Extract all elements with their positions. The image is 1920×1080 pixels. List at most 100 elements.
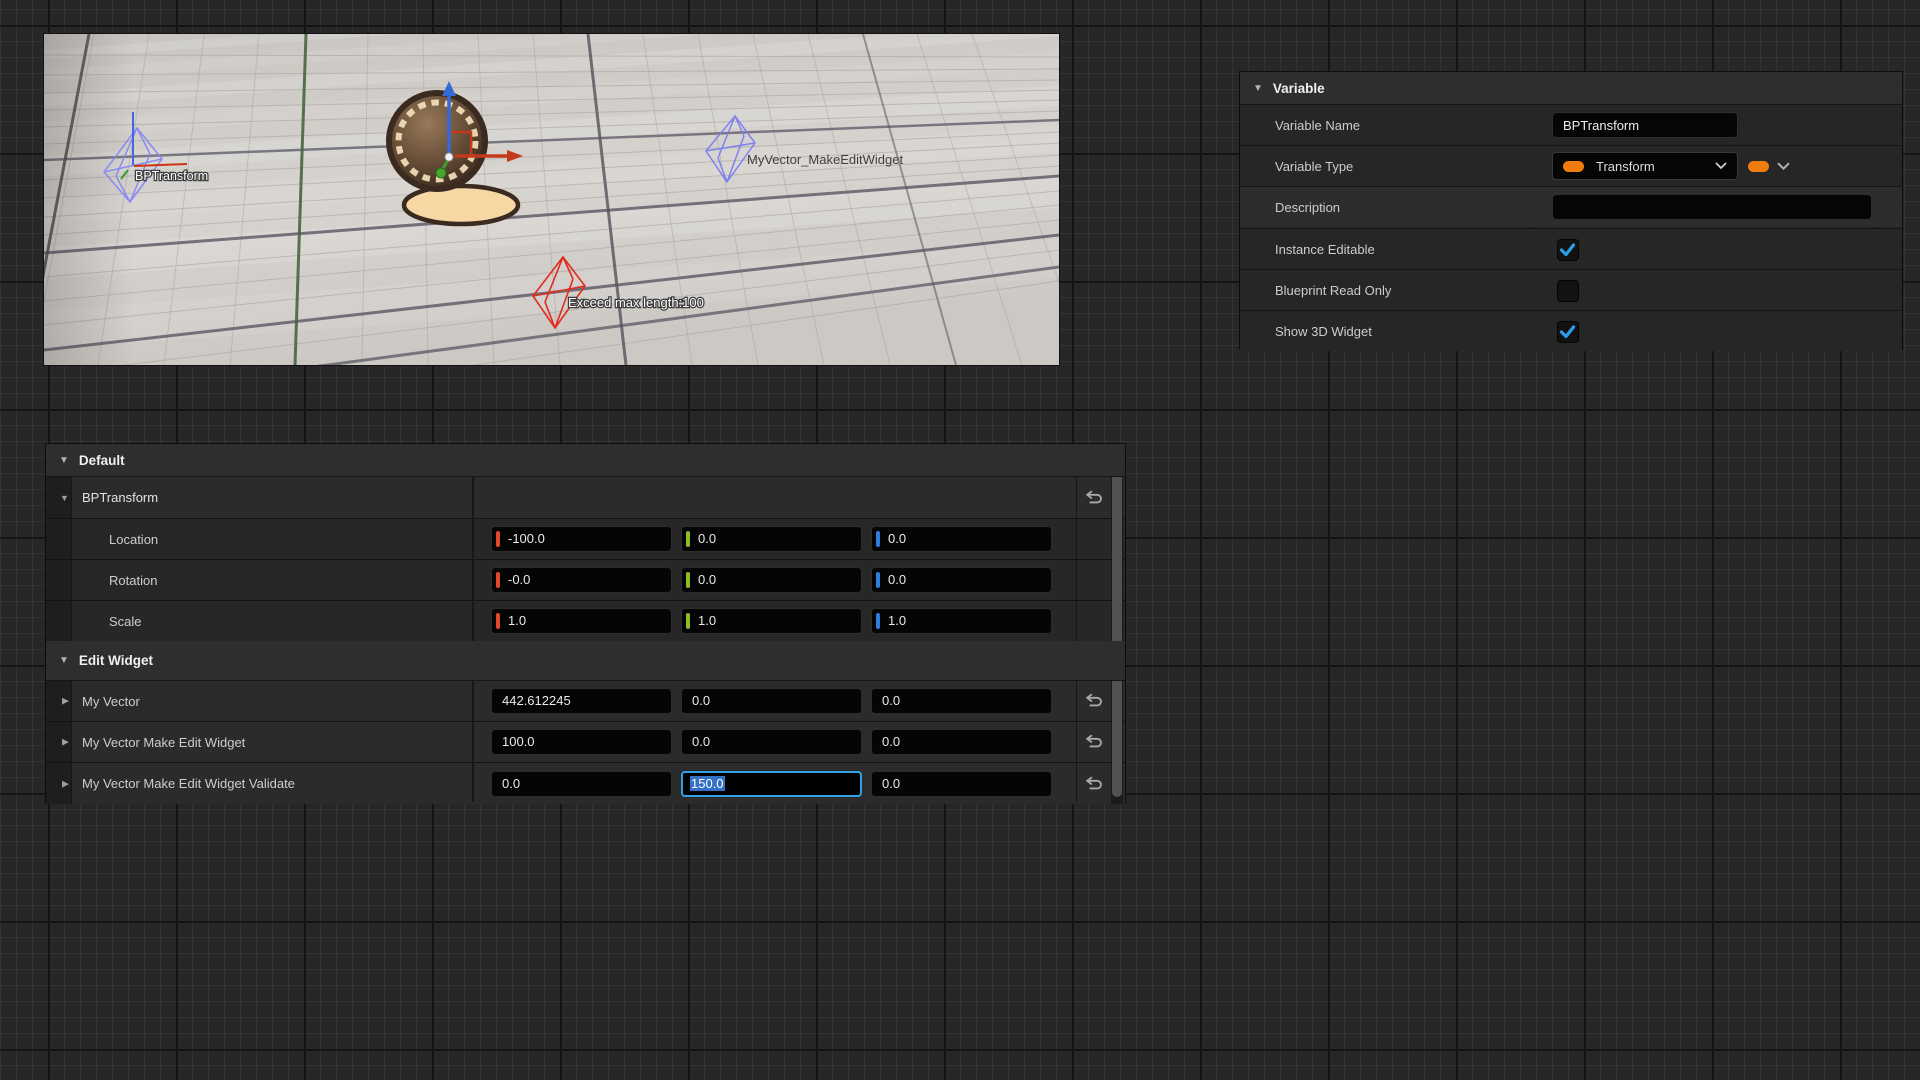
my-vector-validate-y-field-focused[interactable]: 150.0: [681, 771, 862, 797]
label-exceed-max-length: Exceed max length:100: [568, 295, 704, 310]
reset-arrow-icon: [1085, 776, 1103, 792]
row-blueprint-read-only: Blueprint Read Only: [1240, 269, 1902, 310]
collapse-triangle-icon: ▼: [1253, 83, 1263, 94]
gizmo-origin: [445, 153, 453, 161]
chevron-down-icon: [1715, 162, 1727, 170]
variable-name-label: Variable Name: [1275, 105, 1360, 145]
instance-editable-label: Instance Editable: [1275, 229, 1375, 269]
row-location: Location -100.0 0.0 0.0: [46, 518, 1125, 559]
container-type-pill-icon[interactable]: [1748, 161, 1769, 172]
my-vector-make-edit-widget-y-field[interactable]: 0.0: [681, 729, 862, 755]
variable-type-label: Variable Type: [1275, 146, 1353, 186]
y-axis-color-bar: [686, 613, 690, 629]
my-vector-z-field[interactable]: 0.0: [871, 688, 1052, 714]
z-axis-color-bar: [876, 572, 880, 588]
label-bptransform: BPTransform: [135, 169, 208, 183]
details-scrollbar-thumb[interactable]: [1112, 448, 1122, 797]
viewport-3d-preview[interactable]: BPTransform MyVector_MakeEditWidget Exce…: [44, 34, 1059, 365]
edit-widget-category-header[interactable]: ▼ Edit Widget: [46, 641, 1125, 681]
transform-type-pill-icon: [1563, 161, 1584, 172]
location-z-field[interactable]: 0.0: [871, 526, 1052, 552]
reset-column-divider: [1076, 476, 1077, 802]
row-instance-editable: Instance Editable: [1240, 228, 1902, 269]
blueprint-read-only-checkbox[interactable]: [1557, 280, 1579, 302]
collapse-triangle-icon: ▼: [59, 655, 69, 666]
show-3d-widget-checkbox[interactable]: [1557, 321, 1579, 343]
reset-to-default-button[interactable]: [1085, 490, 1103, 506]
row-show-3d-widget: Show 3D Widget: [1240, 310, 1902, 351]
location-label: Location: [109, 519, 158, 559]
variable-type-dropdown[interactable]: Transform: [1552, 152, 1738, 180]
y-axis-color-bar: [686, 531, 690, 547]
blueprint-editor-background[interactable]: BPTransform MyVector_MakeEditWidget Exce…: [0, 0, 1920, 1080]
defaults-details-panel: ▼ Default ▼ BPTransform Location -100.0 …: [45, 443, 1126, 803]
show-3d-widget-label: Show 3D Widget: [1275, 311, 1372, 351]
checkmark-icon: [1558, 322, 1578, 342]
my-vector-validate-x-field[interactable]: 0.0: [491, 771, 672, 797]
reset-to-default-button[interactable]: [1085, 776, 1103, 792]
my-vector-validate-z-field[interactable]: 0.0: [871, 771, 1052, 797]
my-vector-label: My Vector: [82, 681, 140, 721]
row-gutter: [46, 601, 72, 641]
scale-x-field[interactable]: 1.0: [491, 608, 672, 634]
description-input[interactable]: [1552, 194, 1872, 220]
collapse-triangle-icon: ▼: [59, 455, 69, 466]
my-vector-x-field[interactable]: 442.612245: [491, 688, 672, 714]
scale-y-field[interactable]: 1.0: [681, 608, 862, 634]
z-axis-color-bar: [876, 531, 880, 547]
details-column-divider[interactable]: [472, 476, 474, 802]
default-category-title: Default: [79, 453, 125, 468]
selected-text: 150.0: [690, 776, 725, 791]
row-description: Description: [1240, 186, 1902, 227]
blueprint-read-only-label: Blueprint Read Only: [1275, 270, 1391, 310]
reset-arrow-icon: [1085, 734, 1103, 750]
my-vector-make-edit-widget-validate-label: My Vector Make Edit Widget Validate: [82, 763, 295, 804]
variable-type-value: Transform: [1596, 159, 1715, 174]
instance-editable-checkbox[interactable]: [1557, 239, 1579, 261]
row-my-vector-make-edit-widget-validate[interactable]: ▶ My Vector Make Edit Widget Validate 0.…: [46, 762, 1125, 804]
bptransform-row-label: BPTransform: [82, 477, 158, 518]
viewport-vignette: [44, 34, 134, 365]
row-bptransform[interactable]: ▼ BPTransform: [46, 476, 1125, 518]
row-variable-name: Variable Name BPTransform: [1240, 104, 1902, 145]
variable-section-header[interactable]: ▼ Variable: [1240, 72, 1902, 105]
label-myvector-makeeditwidget: MyVector_MakeEditWidget: [747, 152, 903, 167]
variable-section-title: Variable: [1273, 81, 1325, 96]
reset-to-default-button[interactable]: [1085, 693, 1103, 709]
scale-z-field[interactable]: 1.0: [871, 608, 1052, 634]
row-my-vector[interactable]: ▶ My Vector 442.612245 0.0 0.0: [46, 680, 1125, 721]
my-vector-make-edit-widget-label: My Vector Make Edit Widget: [82, 722, 245, 762]
expand-triangle-icon[interactable]: ▶: [62, 737, 69, 748]
rotation-label: Rotation: [109, 560, 157, 600]
my-vector-make-edit-widget-x-field[interactable]: 100.0: [491, 729, 672, 755]
expand-triangle-icon[interactable]: ▶: [62, 778, 69, 789]
location-x-field[interactable]: -100.0: [491, 526, 672, 552]
x-axis-color-bar: [496, 572, 500, 588]
details-scrollbar-track[interactable]: [1111, 444, 1123, 804]
my-vector-y-field[interactable]: 0.0: [681, 688, 862, 714]
row-scale: Scale 1.0 1.0 1.0: [46, 600, 1125, 641]
row-gutter: [46, 519, 72, 559]
z-axis-color-bar: [876, 613, 880, 629]
container-type-chevron-icon[interactable]: [1777, 162, 1790, 171]
my-vector-make-edit-widget-z-field[interactable]: 0.0: [871, 729, 1052, 755]
location-y-field[interactable]: 0.0: [681, 526, 862, 552]
default-category-header[interactable]: ▼ Default: [46, 444, 1125, 477]
row-variable-type: Variable Type Transform: [1240, 145, 1902, 186]
row-my-vector-make-edit-widget[interactable]: ▶ My Vector Make Edit Widget 100.0 0.0 0…: [46, 721, 1125, 762]
checkmark-icon: [1558, 240, 1578, 260]
rotation-y-field[interactable]: 0.0: [681, 567, 862, 593]
description-label: Description: [1275, 187, 1340, 227]
reset-arrow-icon: [1085, 693, 1103, 709]
expand-triangle-icon[interactable]: ▶: [62, 696, 69, 707]
collapse-triangle-icon[interactable]: ▼: [60, 493, 69, 503]
rotation-z-field[interactable]: 0.0: [871, 567, 1052, 593]
rotation-x-field[interactable]: -0.0: [491, 567, 672, 593]
x-axis-color-bar: [496, 613, 500, 629]
reset-to-default-button[interactable]: [1085, 734, 1103, 750]
reset-arrow-icon: [1085, 490, 1103, 506]
viewport-scene: BPTransform MyVector_MakeEditWidget Exce…: [44, 34, 1059, 365]
x-axis-color-bar: [496, 531, 500, 547]
sphere-shadow: [404, 186, 518, 224]
variable-name-input[interactable]: BPTransform: [1552, 112, 1738, 138]
